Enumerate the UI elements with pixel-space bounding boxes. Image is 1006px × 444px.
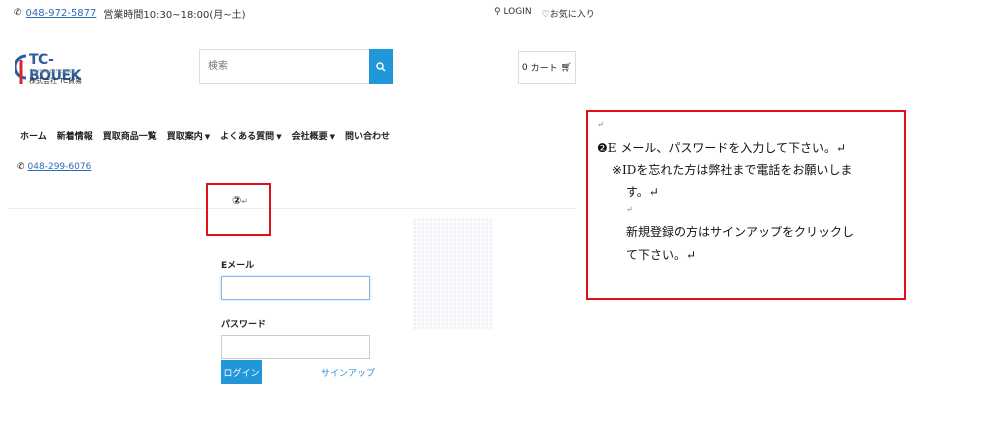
nav-item-news[interactable]: 新着情報 <box>57 129 93 142</box>
header-phone-link[interactable]: 048-972-5877 <box>26 8 97 19</box>
cart-label: カート <box>530 64 558 74</box>
annotation-line: ↵ <box>597 120 604 129</box>
nav-item-guide[interactable]: 買取案内 ▼ <box>167 129 210 142</box>
annotation-box-instructions: ↵ ❷E メール、パスワードを入力して下さい。↵ ※IDを忘れた方は弊社まで電話… <box>586 110 906 300</box>
signup-link[interactable]: サインアップ <box>321 366 375 379</box>
annotation-line: ※IDを忘れた方は弊社まで電話をお願いしま <box>612 163 853 177</box>
phone-icon: ✆ <box>17 162 25 172</box>
nav-item-products[interactable]: 買取商品一覧 <box>103 129 157 142</box>
key-icon: ⚲ <box>494 7 501 17</box>
nav-item-contact[interactable]: 問い合わせ <box>345 129 390 142</box>
search-icon <box>376 61 386 72</box>
logo-company: 株式会社 TC貿易 <box>29 77 82 85</box>
annotation-line: 新規登録の方はサインアップをクリックし <box>626 225 855 239</box>
nav-item-home[interactable]: ホーム <box>20 129 47 142</box>
cart-icon: 🛒︎ <box>560 62 573 73</box>
top-bar: ✆ 048-972-5877 営業時間10:30~18:00(月~土) <box>14 6 246 21</box>
email-label: Eメール <box>221 261 255 271</box>
favorites-link[interactable]: ♡お気に入り <box>542 7 595 20</box>
password-field[interactable] <box>221 335 370 359</box>
caret-down-icon: ▼ <box>204 133 211 141</box>
annotation-line: す。↵ <box>626 185 659 199</box>
logo-mark-icon <box>15 54 27 84</box>
search-input[interactable] <box>199 49 369 84</box>
business-hours: 営業時間10:30~18:00(月~土) <box>103 9 246 21</box>
heart-icon: ♡ <box>541 10 550 20</box>
annotation-line: ↵ <box>626 205 633 214</box>
caret-down-icon: ▼ <box>276 133 282 141</box>
phone-icon: ✆ <box>14 8 22 18</box>
nav-item-company[interactable]: 会社概要 ▼ <box>292 129 335 142</box>
search-button[interactable] <box>369 49 393 84</box>
cart-button[interactable]: 0 カート 🛒︎ <box>518 51 576 84</box>
cart-count: 0 <box>521 62 528 73</box>
secondary-phone: ✆ 048-299-6076 <box>17 162 91 172</box>
login-button[interactable]: ログイン <box>221 360 262 384</box>
divider <box>8 208 576 209</box>
main-nav: ホーム 新着情報 買取商品一覧 買取案内 ▼ よくある質問 ▼ 会社概要 ▼ 問い合わ… <box>20 129 390 142</box>
site-logo[interactable]: TC-BOUEK TRUST&EFFICIENT 株式会社 TC貿易 <box>15 52 95 88</box>
secondary-phone-link[interactable]: 048-299-6076 <box>28 162 92 172</box>
email-field[interactable] <box>221 276 370 300</box>
search-bar <box>199 49 393 84</box>
logo-tagline: TRUST&EFFICIENT <box>29 69 75 75</box>
account-links: ⚲ LOGIN ♡お気に入り <box>494 7 595 20</box>
annotation-box-small: ②↵ <box>206 183 271 236</box>
nav-item-faq[interactable]: よくある質問 ▼ <box>220 129 281 142</box>
password-label: パスワード <box>221 320 267 330</box>
annotation-line: ❷E メール、パスワードを入力して下さい。↵ <box>597 141 847 155</box>
login-form: Eメール パスワード <box>221 258 370 359</box>
annotation-marker: ②↵ <box>232 194 249 207</box>
annotation-line: て下さい。↵ <box>626 248 697 262</box>
caret-down-icon: ▼ <box>329 133 335 141</box>
placeholder-pattern <box>413 218 493 330</box>
login-link[interactable]: ⚲ LOGIN <box>494 7 532 20</box>
